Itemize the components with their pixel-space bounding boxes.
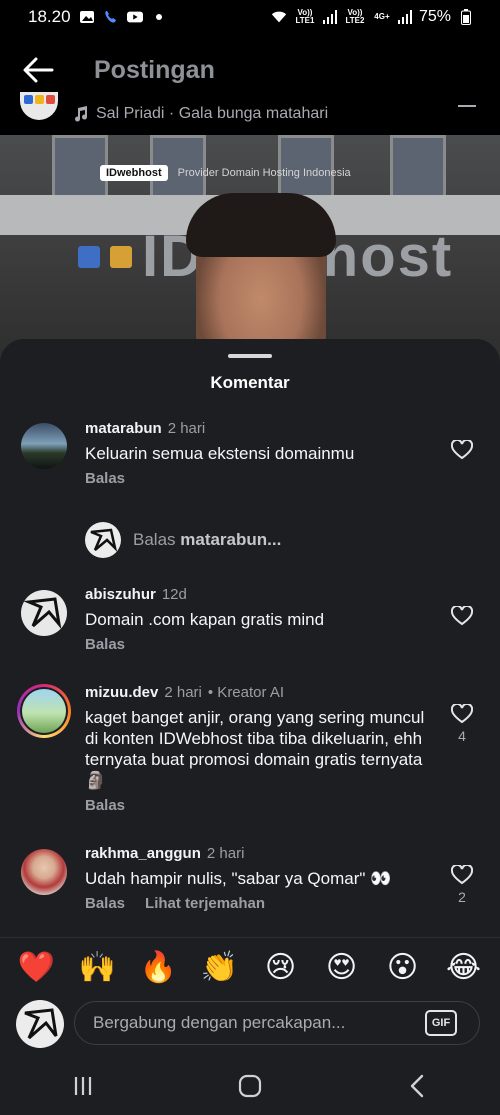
- like-button[interactable]: [450, 440, 474, 460]
- comment-input[interactable]: [91, 1012, 415, 1034]
- brand-tagline: Provider Domain Hosting Indonesia: [177, 167, 351, 179]
- home-icon: [238, 1074, 262, 1097]
- divider: [0, 937, 500, 938]
- phone-icon: [103, 10, 119, 24]
- emoji-heart-eyes[interactable]: 😍: [320, 948, 364, 988]
- network-label: 4G+: [374, 12, 390, 21]
- like-button[interactable]: 4: [450, 704, 474, 744]
- youtube-icon: [126, 10, 143, 24]
- reply-prompt[interactable]: Balas matarabun...: [85, 522, 281, 558]
- system-nav-bar: [0, 1056, 500, 1115]
- reply-button[interactable]: Balas: [85, 636, 125, 653]
- minus-icon[interactable]: [458, 105, 476, 107]
- like-count: 2: [458, 889, 466, 905]
- emoji-laugh[interactable]: 😂: [442, 948, 486, 988]
- recent-apps-button[interactable]: [53, 1066, 113, 1106]
- comment-header: abiszuhur 12d: [85, 586, 425, 603]
- page-title: Postingan: [94, 55, 215, 84]
- post-music-row: Sal Priadi · Gala bunga matahari: [0, 92, 500, 130]
- emoji-heart[interactable]: ❤️: [15, 948, 59, 988]
- sim2-label: Vo)) LTE2: [345, 8, 365, 25]
- reply-button[interactable]: Balas: [85, 797, 125, 814]
- comment-text: kaget banget anjir, orang yang sering mu…: [85, 708, 425, 790]
- comment-username[interactable]: mizuu.dev: [85, 684, 158, 701]
- music-link[interactable]: Sal Priadi · Gala bunga matahari: [74, 105, 328, 123]
- person-hair: [186, 193, 336, 257]
- heart-outline-icon: [451, 704, 473, 724]
- comment-time: 2 hari: [164, 684, 202, 701]
- nav-back-icon: [410, 1074, 423, 1097]
- gallery-icon: [79, 10, 95, 24]
- dot-icon: [151, 10, 167, 24]
- quick-emoji-row: ❤️ 🙌 🔥 👏 😢 😍 😮 😂: [0, 946, 500, 990]
- like-button[interactable]: [450, 606, 474, 626]
- comment-header: mizuu.dev 2 hari • Kreator AI: [85, 684, 425, 701]
- music-note-icon: [75, 106, 88, 122]
- home-button[interactable]: [220, 1066, 280, 1106]
- heart-outline-icon: [451, 440, 473, 460]
- like-button[interactable]: 2: [450, 865, 474, 905]
- comment-username[interactable]: matarabun: [85, 420, 162, 437]
- avatar: [85, 522, 121, 558]
- comment-username[interactable]: rakhma_anggun: [85, 845, 201, 862]
- creator-badge: • Kreator AI: [207, 684, 285, 701]
- battery-icon: [458, 9, 474, 25]
- reply-prefix: Balas: [133, 530, 181, 549]
- emoji-wow[interactable]: 😮: [381, 948, 425, 988]
- comment-text: Udah hampir nulis, "sabar ya Qomar" 👀: [85, 869, 392, 888]
- like-count: 4: [458, 728, 466, 744]
- brand-logo: IDwebhost: [100, 165, 168, 181]
- avatar[interactable]: [21, 423, 67, 469]
- comment-time: 2 hari: [206, 845, 245, 862]
- reply-username: matarabun...: [180, 530, 282, 549]
- comment-text: Domain .com kapan gratis mind: [85, 610, 325, 629]
- sheet-title: Komentar: [210, 373, 290, 392]
- nav-back-button[interactable]: [387, 1066, 447, 1106]
- post-media[interactable]: IDwebhost Provider Domain Hosting Indone…: [0, 135, 500, 365]
- avatar: [20, 687, 68, 735]
- comment-time: 12d: [161, 586, 187, 603]
- see-translation-button[interactable]: Lihat terjemahan: [145, 895, 265, 912]
- top-app-bar: Postingan: [0, 44, 500, 96]
- status-bar: 18.20 Vo)) LTE1 Vo)) LTE2 4G+ 75%: [0, 0, 500, 34]
- emoji-clap[interactable]: 👏: [198, 948, 242, 988]
- reply-button[interactable]: Balas: [85, 470, 125, 487]
- post-author-avatar[interactable]: [20, 92, 58, 120]
- comment-header: rakhma_anggun 2 hari: [85, 845, 425, 862]
- avatar[interactable]: [21, 849, 67, 895]
- comment-input-row: GIF: [0, 1000, 500, 1048]
- music-label: Sal Priadi · Gala bunga matahari: [96, 105, 329, 122]
- gif-button[interactable]: GIF: [425, 1010, 457, 1036]
- comment-header: matarabun 2 hari: [85, 420, 425, 437]
- signal-icon: [322, 10, 337, 24]
- sim1-label: Vo)) LTE1: [295, 8, 315, 25]
- status-time: 18.20: [28, 7, 71, 26]
- battery-percent: 75%: [418, 8, 451, 25]
- emoji-cry[interactable]: 😢: [259, 948, 303, 988]
- avatar[interactable]: [21, 590, 67, 636]
- reply-button[interactable]: Balas: [85, 895, 125, 912]
- comment-time: 2 hari: [167, 420, 206, 437]
- comment-text: Keluarin semua ekstensi domainmu: [85, 444, 355, 463]
- wifi-icon: [271, 10, 287, 24]
- avatar-story-ring[interactable]: [17, 684, 71, 738]
- reply-prompt-text: Balas matarabun...: [133, 530, 281, 550]
- heart-outline-icon: [451, 606, 473, 626]
- heart-outline-icon: [451, 865, 473, 885]
- comment-input-container[interactable]: GIF: [74, 1001, 480, 1045]
- arrow-left-icon: [23, 57, 54, 83]
- back-button[interactable]: [18, 50, 58, 90]
- emoji-raised-hands[interactable]: 🙌: [76, 948, 120, 988]
- emoji-fire[interactable]: 🔥: [137, 948, 181, 988]
- comment-username[interactable]: abiszuhur: [85, 586, 156, 603]
- avatar: [16, 1000, 64, 1048]
- media-brand-strip: IDwebhost Provider Domain Hosting Indone…: [100, 163, 351, 183]
- recent-apps-icon: [75, 1076, 92, 1095]
- drag-handle[interactable]: [228, 354, 272, 358]
- signal-icon: [397, 10, 412, 24]
